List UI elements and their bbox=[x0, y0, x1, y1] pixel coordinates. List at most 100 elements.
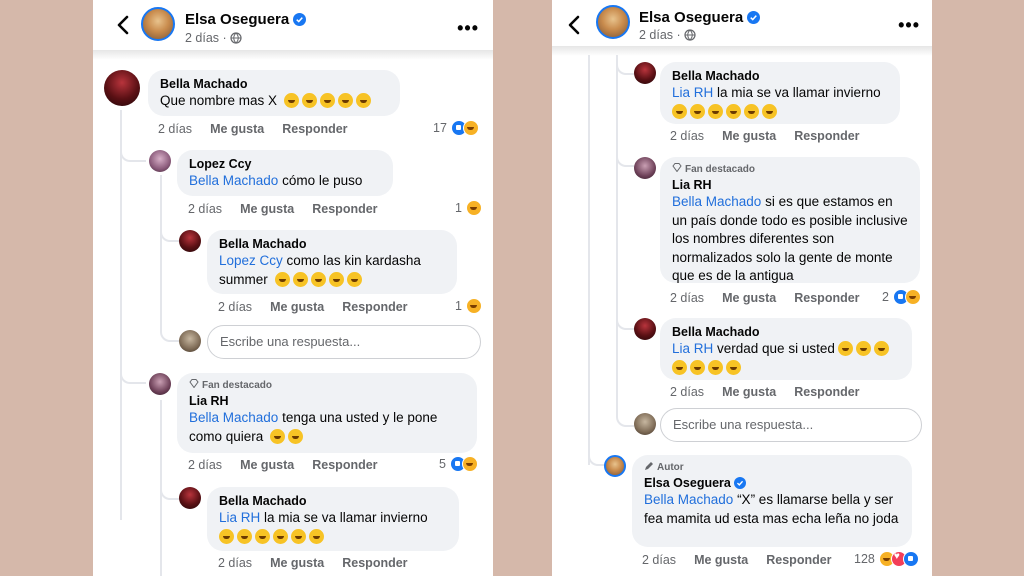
laughing-emoji-icon bbox=[355, 93, 371, 108]
mention-link[interactable]: Lia RH bbox=[219, 510, 260, 525]
verified-icon bbox=[293, 13, 307, 26]
reply-button[interactable]: Responder bbox=[794, 129, 859, 143]
comment-bubble: Bella Machado Lopez Ccy como las kin kar… bbox=[207, 230, 457, 294]
like-button[interactable]: Me gusta bbox=[722, 385, 776, 399]
commenter-avatar[interactable] bbox=[179, 230, 201, 252]
reply-button[interactable]: Responder bbox=[766, 553, 831, 567]
reaction-summary[interactable]: 1 bbox=[455, 298, 482, 314]
comment-actions: 2 días Me gusta Responder bbox=[670, 385, 878, 399]
reaction-summary[interactable]: 1 bbox=[455, 200, 482, 216]
comment-time: 2 días bbox=[158, 122, 193, 136]
my-avatar bbox=[634, 413, 656, 435]
author-avatar[interactable] bbox=[141, 7, 175, 41]
commenter-avatar[interactable] bbox=[634, 62, 656, 84]
commenter-avatar[interactable] bbox=[149, 150, 171, 172]
commenter-name[interactable]: Bella Machado bbox=[160, 76, 388, 92]
laughing-emoji-icon bbox=[291, 528, 306, 544]
laughing-emoji-icon bbox=[672, 359, 687, 375]
reply-button[interactable]: Responder bbox=[342, 556, 407, 570]
commenter-avatar[interactable] bbox=[634, 318, 656, 340]
comment-bubble: Bella Machado Que nombre mas X bbox=[148, 70, 400, 116]
thread-curve bbox=[160, 470, 180, 500]
laughing-emoji-icon bbox=[273, 528, 288, 544]
back-arrow-icon[interactable] bbox=[562, 12, 588, 38]
commenter-avatar[interactable] bbox=[179, 487, 201, 509]
laughing-emoji-icon bbox=[237, 528, 252, 544]
commenter-avatar[interactable] bbox=[104, 70, 140, 106]
mention-link[interactable]: Bella Machado bbox=[672, 194, 761, 209]
comment-time: 2 días bbox=[188, 458, 223, 472]
post-header: Elsa Oseguera 2 días · ••• bbox=[552, 0, 932, 50]
mention-link[interactable]: Lia RH bbox=[672, 85, 713, 100]
reply-input[interactable]: Escribe una respuesta... bbox=[207, 325, 481, 359]
comment-actions: 2 días Me gusta Responder bbox=[188, 458, 396, 472]
back-arrow-icon[interactable] bbox=[111, 12, 137, 38]
reply-button[interactable]: Responder bbox=[312, 458, 377, 472]
fan-badge-icon bbox=[672, 163, 682, 172]
comment-actions: 2 días Me gusta Responder bbox=[642, 553, 850, 567]
reply-button[interactable]: Responder bbox=[312, 202, 377, 216]
reply-input[interactable]: Escribe una respuesta... bbox=[660, 408, 922, 442]
comment-bubble: Fan destacado Lia RH Bella Machado si es… bbox=[660, 157, 920, 283]
commenter-avatar[interactable] bbox=[604, 455, 626, 477]
author-name[interactable]: Elsa Oseguera bbox=[639, 9, 761, 26]
author-pen-icon bbox=[645, 462, 653, 470]
commenter-name[interactable]: Lia RH bbox=[189, 393, 465, 409]
author-avatar[interactable] bbox=[596, 5, 630, 39]
comment-text: Lia RH la mia se va llamar invierno bbox=[219, 509, 447, 546]
commenter-name[interactable]: Bella Machado bbox=[672, 68, 888, 84]
verified-icon bbox=[733, 477, 746, 489]
commenter-avatar[interactable] bbox=[634, 157, 656, 179]
like-button[interactable]: Me gusta bbox=[270, 556, 324, 570]
mention-link[interactable]: Bella Machado bbox=[644, 492, 733, 507]
mention-link[interactable]: Bella Machado bbox=[189, 173, 278, 188]
laughing-emoji-icon bbox=[726, 359, 741, 375]
reply-button[interactable]: Responder bbox=[794, 385, 859, 399]
reply-button[interactable]: Responder bbox=[794, 291, 859, 305]
like-button[interactable]: Me gusta bbox=[694, 553, 748, 567]
commenter-name[interactable]: Lopez Ccy bbox=[189, 156, 381, 172]
reply-button[interactable]: Responder bbox=[342, 300, 407, 314]
comment-text: Bella Machado tenga una usted y le pone … bbox=[189, 410, 438, 444]
header-divider bbox=[552, 46, 932, 56]
reaction-summary[interactable]: 17 bbox=[433, 120, 479, 136]
like-button[interactable]: Me gusta bbox=[240, 458, 294, 472]
thread-line bbox=[588, 55, 590, 465]
laughing-emoji-icon bbox=[837, 341, 853, 356]
comment-text: Lia RH verdad que si usted bbox=[672, 340, 900, 377]
commenter-name[interactable]: Bella Machado bbox=[672, 324, 900, 340]
thread-curve bbox=[616, 55, 634, 75]
like-button[interactable]: Me gusta bbox=[722, 291, 776, 305]
mention-link[interactable]: Bella Machado bbox=[189, 410, 278, 425]
reply-button[interactable]: Responder bbox=[282, 122, 347, 136]
mention-link[interactable]: Lia RH bbox=[672, 341, 713, 356]
more-icon[interactable]: ••• bbox=[898, 15, 920, 36]
more-icon[interactable]: ••• bbox=[457, 18, 479, 39]
comment-actions: 2 días Me gusta Responder bbox=[158, 122, 366, 136]
commenter-name[interactable]: Elsa Oseguera bbox=[644, 475, 900, 491]
like-button[interactable]: Me gusta bbox=[240, 202, 294, 216]
reaction-summary[interactable]: 5 bbox=[439, 456, 478, 472]
reaction-summary[interactable]: 2 bbox=[882, 289, 921, 305]
mention-link[interactable]: Lopez Ccy bbox=[219, 253, 283, 268]
author-name[interactable]: Elsa Oseguera bbox=[185, 11, 307, 28]
fan-badge-icon bbox=[189, 379, 199, 388]
commenter-name[interactable]: Bella Machado bbox=[219, 493, 447, 509]
like-reaction-icon bbox=[902, 551, 919, 567]
haha-reaction-icon bbox=[461, 456, 478, 472]
laughing-emoji-icon bbox=[690, 359, 705, 375]
laughing-emoji-icon bbox=[855, 341, 871, 356]
comment-text: Bella Machado si es que estamos en un pa… bbox=[672, 194, 908, 283]
comment-actions: 2 días Me gusta Responder bbox=[218, 556, 426, 570]
commenter-name[interactable]: Bella Machado bbox=[219, 236, 445, 252]
right-screenshot-panel: Elsa Oseguera 2 días · ••• Bella Machado… bbox=[552, 0, 932, 576]
like-button[interactable]: Me gusta bbox=[210, 122, 264, 136]
reaction-summary[interactable]: 128 bbox=[854, 551, 919, 567]
comment-actions: 2 días Me gusta Responder bbox=[188, 202, 396, 216]
like-button[interactable]: Me gusta bbox=[270, 300, 324, 314]
comment-time: 2 días bbox=[670, 129, 705, 143]
laughing-emoji-icon bbox=[328, 271, 344, 287]
like-button[interactable]: Me gusta bbox=[722, 129, 776, 143]
commenter-name[interactable]: Lia RH bbox=[672, 177, 908, 193]
commenter-avatar[interactable] bbox=[149, 373, 171, 395]
